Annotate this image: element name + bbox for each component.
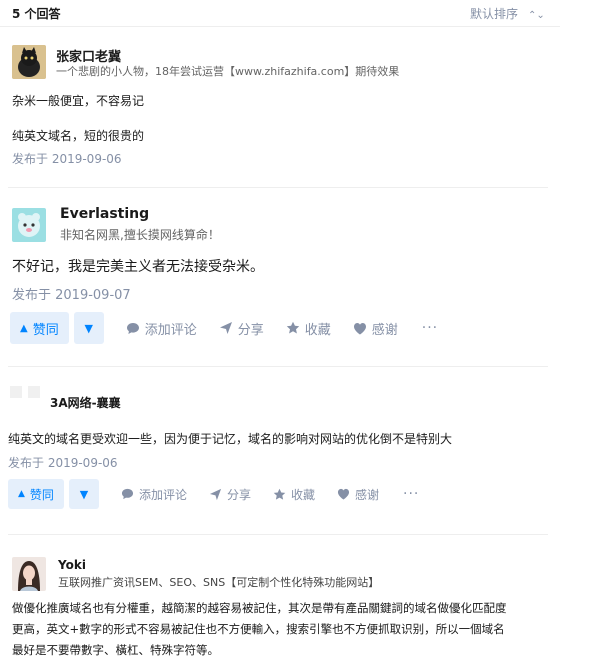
answer-paragraph: 更高，英文+數字的形式不容易被記住也不方便輸入，搜索引擎也不方便抓取识别，所以一… [12, 622, 505, 636]
triangle-up-icon: ▲ [18, 489, 25, 499]
answer-paragraph: 杂米一般便宜，不容易记 [12, 94, 145, 108]
share-icon [209, 488, 222, 500]
answer-paragraph: 做優化推廣域名也有分權重，越簡潔的越容易被記住，其次是帶有產品關鍵詞的域名做優化… [12, 601, 507, 615]
heart-icon [353, 322, 366, 334]
downvote-button[interactable]: ▼ [68, 479, 99, 509]
answer-divider [8, 187, 548, 188]
comment-label: 添加评论 [144, 322, 197, 338]
author-name[interactable]: Yoki [58, 558, 86, 572]
comment-icon [126, 322, 139, 334]
star-icon [273, 488, 286, 500]
author-bio: 一个悲剧的小人物，18年尝试运营【www.zhifazhifa.com】期待效果 [56, 65, 400, 78]
avatar[interactable] [12, 45, 46, 79]
collect-button[interactable]: 收藏 [273, 486, 315, 503]
more-options-button[interactable]: ··· [403, 486, 419, 502]
share-label: 分享 [237, 322, 264, 338]
avatar[interactable] [12, 208, 46, 242]
triangle-down-icon: ▼ [84, 321, 93, 335]
star-icon [286, 321, 299, 334]
downvote-button[interactable]: ▼ [73, 312, 104, 344]
share-icon [219, 322, 232, 334]
upvote-button[interactable]: ▲ 赞同 [8, 479, 64, 509]
answers-header: 5 个回答 默认排序 ⌃⌄ [0, 0, 560, 27]
thanks-label: 感谢 [354, 487, 379, 502]
answer-paragraph: 不好记，我是完美主义者无法接受杂米。 [12, 259, 264, 275]
collect-button[interactable]: 收藏 [286, 319, 331, 338]
collect-label: 收藏 [304, 322, 331, 338]
answer-divider [8, 366, 548, 367]
upvote-button[interactable]: ▲ 赞同 [10, 312, 69, 344]
publish-date[interactable]: 发布于 2019-09-06 [12, 150, 122, 167]
thanks-label: 感谢 [371, 322, 398, 338]
answer-actions: ▲ 赞同 ▼ 添加评论 分享 收藏 感谢 ··· [8, 479, 419, 509]
answer-paragraph: 最好是不要帶數字、橫杠、特殊字符等。 [12, 643, 219, 657]
comment-label: 添加评论 [138, 487, 187, 502]
comment-button[interactable]: 添加评论 [121, 486, 187, 503]
author-bio: 非知名网黑,擅长摸网线算命！ [60, 228, 220, 242]
collect-label: 收藏 [290, 487, 315, 502]
answer-paragraph: 纯英文域名，短的很贵的 [12, 129, 145, 143]
more-options-button[interactable]: ··· [422, 320, 438, 336]
share-label: 分享 [226, 487, 251, 502]
sort-chevron-icon: ⌃⌄ [528, 10, 545, 21]
avatar[interactable] [12, 557, 46, 591]
upvote-label: 赞同 [32, 322, 59, 338]
author-name[interactable]: 3A网络-襄襄 [50, 394, 121, 411]
publish-date[interactable]: 发布于 2019-09-07 [12, 284, 131, 303]
author-name[interactable]: Everlasting [60, 206, 149, 222]
triangle-up-icon: ▲ [20, 322, 28, 334]
share-button[interactable]: 分享 [219, 319, 264, 338]
avatar[interactable] [8, 384, 42, 418]
answer-divider [8, 534, 548, 535]
publish-date[interactable]: 发布于 2019-09-06 [8, 454, 118, 471]
answer-count: 5 个回答 [12, 7, 61, 21]
thanks-button[interactable]: 感谢 [353, 319, 398, 338]
upvote-label: 赞同 [29, 487, 54, 502]
answer-actions: ▲ 赞同 ▼ 添加评论 分享 收藏 感谢 ··· [10, 312, 438, 344]
share-button[interactable]: 分享 [209, 486, 251, 503]
sort-label: 默认排序 [470, 7, 519, 21]
triangle-down-icon: ▼ [79, 487, 89, 501]
author-bio: 互联网推广资讯SEM、SEO、SNS【可定制个性化特殊功能网站】 [58, 576, 380, 589]
comment-button[interactable]: 添加评论 [126, 319, 197, 338]
sort-dropdown[interactable]: 默认排序 ⌃⌄ [470, 5, 545, 22]
thanks-button[interactable]: 感谢 [337, 486, 379, 503]
comment-icon [121, 488, 133, 500]
heart-icon [337, 488, 350, 500]
answer-paragraph: 纯英文的域名更受欢迎一些，因为便于记忆，域名的影响对网站的优化倒不是特别大 [8, 432, 453, 446]
